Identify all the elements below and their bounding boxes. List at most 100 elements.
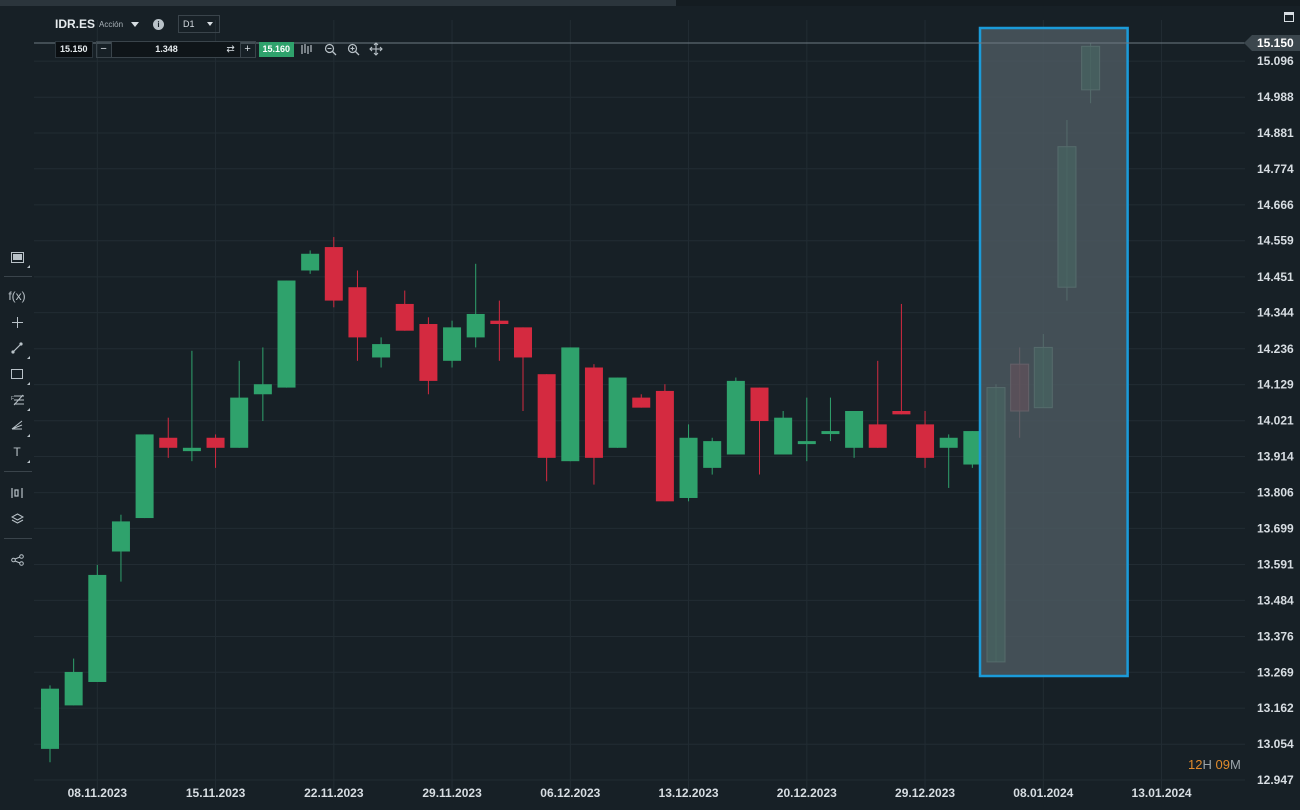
candle-body [395,303,414,331]
decrease-quantity-button[interactable]: − [97,42,111,57]
candle-body [845,410,864,448]
candle [348,270,367,361]
candle [324,237,343,308]
candle-body [419,324,438,381]
candle-body [159,437,178,448]
price-tick-label: 13.054 [1257,737,1294,751]
price-tick-label: 13.484 [1257,593,1294,607]
fibonacci-icon[interactable]: F [6,389,30,411]
candle-body [466,313,485,338]
candle-body [726,380,745,455]
candle-body [88,574,107,682]
share-icon[interactable] [6,549,28,571]
price-tick-label: 13.806 [1257,486,1294,500]
candle [490,300,509,361]
candle-body [64,671,83,706]
timeframe-select[interactable]: D1 [178,15,220,33]
symbol-bar: IDR.ES Acción i D1 [55,14,220,34]
countdown-hours-unit: H [1202,757,1212,772]
sell-button[interactable]: 15.150 [55,40,93,58]
toolbar-divider [4,471,32,472]
date-tick-label: 29.11.2023 [422,786,482,800]
swap-icon[interactable]: ⇄ [221,41,241,57]
drawing-toolbar: f(x) F T [0,240,34,580]
candle-body [206,437,225,448]
date-tick-label: 29.12.2023 [895,786,955,800]
toolbar-divider [4,538,32,539]
info-icon[interactable]: i [153,18,165,30]
candle-body [324,247,343,301]
candle [253,347,272,422]
symbol-dropdown-icon[interactable] [131,21,140,27]
increase-quantity-button[interactable]: + [241,42,255,57]
candle-body [443,327,462,361]
price-tick-label: 13.269 [1257,665,1294,679]
candle [608,377,627,448]
zoom-in-icon[interactable] [343,41,363,57]
move-icon[interactable] [366,41,386,57]
candle-body [774,417,793,455]
instrument-type: Acción [99,19,124,29]
price-tick-label: 12.947 [1257,773,1294,787]
selection-rectangle [978,26,1129,678]
bar-countdown: 12H 09M [1188,757,1241,772]
candle-body [111,521,130,552]
date-tick-label: 22.11.2023 [304,786,364,800]
date-tick-label: 06.12.2023 [540,786,600,800]
countdown-hours: 12 [1188,757,1203,772]
price-tick-label: 14.988 [1257,90,1294,104]
candle-body [963,431,982,465]
candle [750,387,769,475]
date-tick-label: 08.11.2023 [68,786,128,800]
trendline-icon[interactable] [6,337,30,359]
candle-body [868,424,887,448]
candle [64,658,83,706]
price-tick-label: 14.559 [1257,234,1294,248]
layers-icon[interactable] [6,508,28,530]
price-tick-label: 13.376 [1257,629,1294,643]
candle-body [632,397,651,408]
candle [466,263,485,348]
indicators-icon[interactable] [6,482,28,504]
price-tick-label: 14.881 [1257,126,1294,140]
candle-body [703,441,722,468]
zoom-out-icon[interactable] [320,41,340,57]
pitchfork-icon[interactable] [6,415,30,437]
countdown-minutes: 09 [1215,757,1230,772]
candle-body [514,327,532,358]
candle [584,364,603,485]
candle-body [892,410,911,415]
chart-type-icon[interactable] [6,246,30,268]
price-tick-label: 14.451 [1257,270,1294,284]
quantity-stepper: − 1.348 ⇄ + [95,40,256,58]
candle [88,564,107,682]
candle-body [182,447,201,452]
candle [277,280,296,388]
crosshair-icon[interactable] [6,311,28,333]
date-tick-label: 13.01.2024 [1132,786,1192,800]
candle [537,374,556,482]
price-tick-label: 14.236 [1257,342,1294,356]
candle [111,514,130,582]
bar-style-icon[interactable] [297,41,317,57]
candle-body [750,387,769,422]
candle-body [372,344,391,358]
price-tick-label: 14.021 [1257,414,1294,428]
window-icon[interactable] [1284,12,1294,22]
price-chart[interactable]: 15.096 14.988 14.881 14.774 14.666 14.559 14.4… [0,0,1300,810]
candle-body [301,253,320,271]
symbol-name[interactable]: IDR.ES [55,17,95,31]
candle-body [608,377,627,448]
rectangle-icon[interactable] [6,363,30,385]
candle [182,350,201,462]
function-icon[interactable]: f(x) [6,285,28,307]
quantity-input[interactable]: 1.348 [110,41,222,57]
buy-button[interactable]: 15.160 [258,41,295,57]
candle [632,394,651,408]
candle-body [537,374,556,458]
timeframe-value: D1 [183,19,195,29]
text-icon[interactable]: T [6,441,30,463]
svg-text:F: F [11,396,14,402]
candle-body [253,384,272,395]
candle [821,397,840,442]
